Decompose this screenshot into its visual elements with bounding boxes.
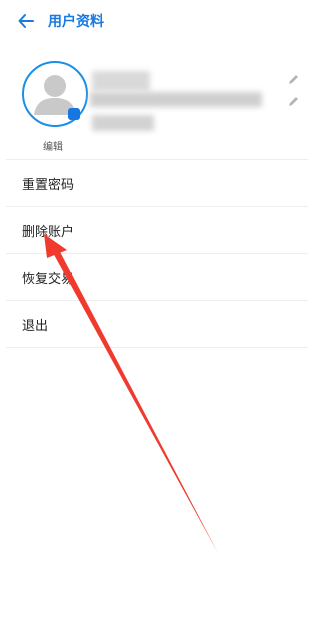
menu-item-label: 退出 bbox=[22, 319, 49, 334]
pencil-icon[interactable] bbox=[286, 95, 300, 109]
avatar-edit-label[interactable]: 编辑 bbox=[43, 138, 63, 153]
divider bbox=[6, 347, 308, 348]
menu-item-delete-account[interactable]: 删除账户 bbox=[0, 207, 315, 253]
user-info-redacted bbox=[90, 92, 262, 107]
menu-item-reset-password[interactable]: 重置密码 bbox=[0, 160, 315, 206]
menu-item-label: 删除账户 bbox=[22, 225, 75, 240]
avatar-edit-badge[interactable] bbox=[68, 108, 80, 120]
profile-section: 编辑 bbox=[0, 50, 315, 155]
menu-item-label: 重置密码 bbox=[22, 178, 75, 193]
pencil-icon[interactable] bbox=[286, 73, 300, 87]
app-header: 用户资料 bbox=[0, 0, 315, 44]
page-title: 用户资料 bbox=[48, 14, 104, 30]
arrow-left-icon bbox=[18, 14, 34, 28]
username-redacted bbox=[92, 71, 150, 91]
back-button[interactable] bbox=[14, 9, 38, 33]
menu-item-restore-purchases[interactable]: 恢复交易 bbox=[0, 254, 315, 300]
user-extra-redacted bbox=[92, 115, 154, 131]
menu-item-logout[interactable]: 退出 bbox=[0, 301, 315, 347]
menu-item-label: 恢复交易 bbox=[22, 272, 75, 287]
